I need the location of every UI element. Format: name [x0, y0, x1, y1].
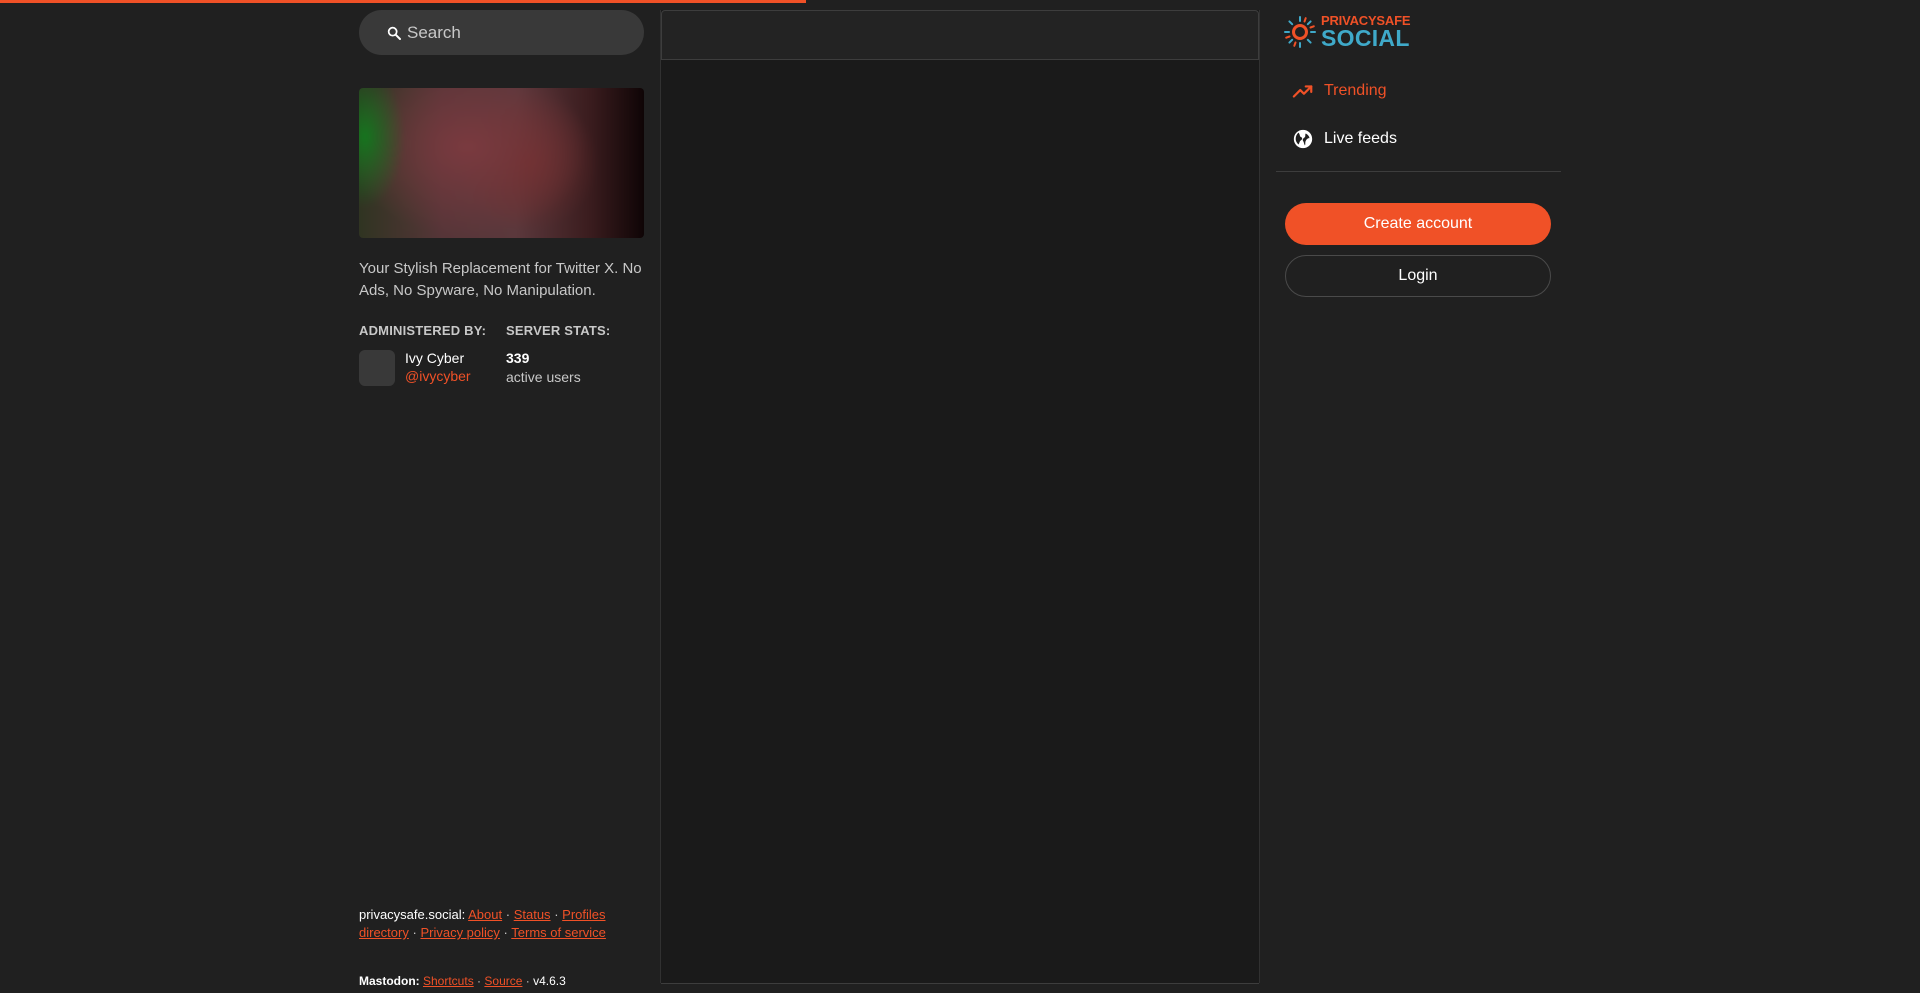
search-box[interactable] — [359, 10, 644, 55]
shortcuts-link[interactable]: Shortcuts — [423, 974, 474, 988]
status-link[interactable]: Status — [514, 907, 551, 922]
nav-divider — [1276, 171, 1561, 172]
nav-live-feeds[interactable]: Live feeds — [1292, 128, 1397, 150]
search-icon — [386, 25, 402, 41]
left-sidebar: Your Stylish Replacement for Twitter X. … — [359, 10, 644, 993]
source-link[interactable]: Source — [484, 974, 522, 988]
globe-icon — [1292, 128, 1314, 150]
admin-name[interactable]: Ivy Cyber — [405, 350, 464, 366]
active-users-count: 339 — [506, 350, 530, 366]
search-input[interactable] — [407, 22, 607, 43]
version-text: v4.6.3 — [533, 974, 566, 988]
administered-by-label: ADMINISTERED BY: — [359, 323, 487, 338]
column-header — [661, 10, 1259, 60]
server-hero-image — [359, 88, 644, 238]
admin-avatar[interactable] — [359, 350, 395, 386]
sun-logo-icon — [1284, 16, 1316, 48]
active-users-label: active users — [506, 369, 581, 385]
right-navigation: PRIVACYSAFE SOCIAL Trending Live feeds C… — [1276, 10, 1561, 310]
privacy-policy-link[interactable]: Privacy policy — [420, 925, 499, 940]
admin-handle[interactable]: @ivycyber — [405, 368, 471, 384]
nav-trending[interactable]: Trending — [1292, 80, 1387, 102]
footer-links: privacysafe.social: About · Status · Pro… — [359, 907, 606, 940]
main-column — [660, 10, 1260, 984]
about-link[interactable]: About — [468, 907, 502, 922]
column-bottom-border — [661, 983, 1259, 984]
nav-live-feeds-label: Live feeds — [1324, 130, 1397, 147]
terms-of-service-link[interactable]: Terms of service — [511, 925, 606, 940]
create-account-button[interactable]: Create account — [1285, 203, 1551, 245]
server-stats-label: SERVER STATS: — [506, 323, 611, 338]
trending-icon — [1292, 80, 1314, 102]
footer-site-label: privacysafe.social: — [359, 907, 466, 922]
server-description: Your Stylish Replacement for Twitter X. … — [359, 260, 642, 299]
loading-progress-bar — [0, 0, 807, 3]
mastodon-label: Mastodon: — [359, 974, 420, 988]
login-button[interactable]: Login — [1285, 255, 1551, 297]
site-logo[interactable]: PRIVACYSAFE SOCIAL — [1283, 14, 1410, 50]
nav-trending-label: Trending — [1324, 82, 1387, 99]
logo-text-bottom: SOCIAL — [1321, 25, 1410, 51]
mastodon-footer: Mastodon: Shortcuts · Source · v4.6.3 — [359, 974, 566, 988]
